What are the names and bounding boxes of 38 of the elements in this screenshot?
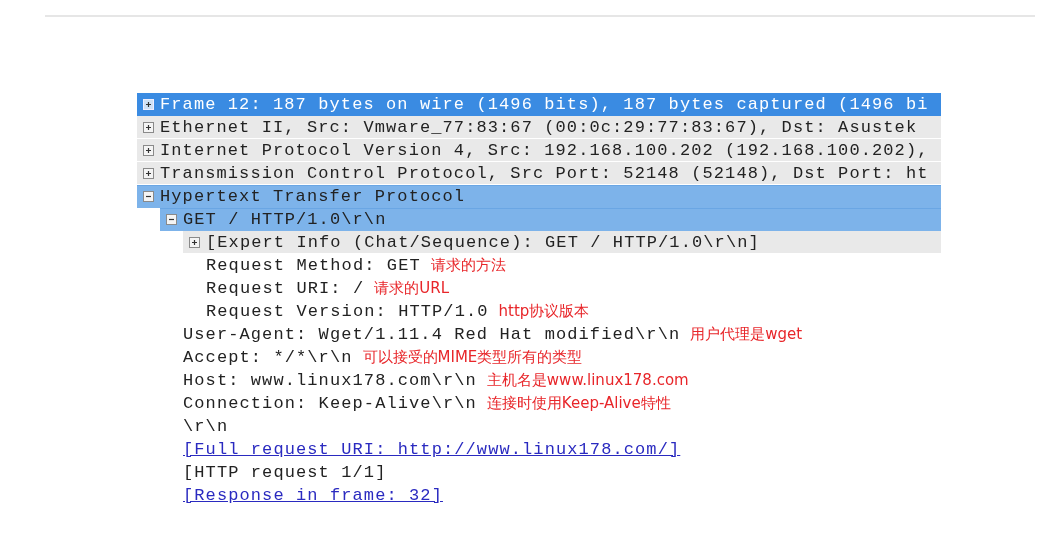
tree-item-text: Accept: */*\r\n [183,348,353,367]
tree-item-text: Internet Protocol Version 4, Src: 192.168.100.202 (192.168.100.202), [160,141,929,160]
annotation-text: 可以接受的MIME类型所有的类型 [362,348,583,367]
tree-item-text: Request Version: HTTP/1.0 [206,302,489,321]
annotation-text: 请求的方法 [430,256,506,275]
plus-box-icon[interactable] [143,145,154,156]
tree-item-text: Ethernet II, Src: Vmware_77:83:67 (00:0c:29:77:83:67), Dst: Asustek [160,118,918,137]
plus-box-icon[interactable] [143,122,154,133]
minus-box-icon[interactable] [166,214,177,225]
minus-box-icon[interactable] [143,191,154,202]
tree-item-text: Connection: Keep-Alive\r\n [183,394,477,413]
tree-item-text: User-Agent: Wget/1.11.4 Red Hat modified\r\n [183,325,681,344]
highlighted-row[interactable]: Internet Protocol Version 4, Src: 192.168.100.202 (192.168.100.202), [137,139,941,162]
plus-box-icon[interactable] [143,168,154,179]
tree-item-text: Host: www.linux178.com\r\n [183,371,477,390]
tree-item-text: \r\n [183,417,229,436]
tree-item-text: Transmission Control Protocol, Src Port: 52148 (52148), Dst Port: ht [160,164,929,183]
tree-item-text: [HTTP request 1/1] [183,463,387,482]
tree-item-text: [Expert Info (Chat/Sequence): GET / HTTP/1.0\r\n] [206,233,760,252]
annotation-text: http协议版本 [498,302,590,321]
highlighted-row[interactable]: Hypertext Transfer Protocol [137,185,941,208]
annotation-text: 用户代理是wget [690,325,803,344]
plus-box-icon[interactable] [189,237,200,248]
annotation-text: 主机名是www.linux178.com [486,371,689,390]
annotation-text: 连接时使用Keep-Alive特性 [486,394,671,413]
tree-item-text: Frame 12: 187 bytes on wire (1496 bits), 187 bytes captured (1496 bi [160,95,929,114]
highlighted-row[interactable]: Frame 12: 187 bytes on wire (1496 bits), 187 bytes captured (1496 bi [137,93,941,116]
tree-item-text: Request URI: / [206,279,365,298]
highlighted-row[interactable]: [Expert Info (Chat/Sequence): GET / HTTP/1.0\r\n] [183,231,941,254]
tree-item-text: Request Method: GET [206,256,421,275]
tree-item-text: GET / HTTP/1.0\r\n [183,210,387,229]
highlighted-row[interactable]: Transmission Control Protocol, Src Port: 52148 (52148), Dst Port: ht [137,162,941,185]
tree-item-link[interactable]: [Response in frame: 32] [183,486,443,505]
tree-item-text: Hypertext Transfer Protocol [160,187,466,206]
annotation-text: 请求的URL [374,279,449,298]
tree-item-link[interactable]: [Full request URI: http://www.linux178.com/] [183,440,681,459]
highlighted-row[interactable]: Ethernet II, Src: Vmware_77:83:67 (00:0c:29:77:83:67), Dst: Asustek [137,116,941,139]
highlighted-row[interactable]: GET / HTTP/1.0\r\n [160,208,941,231]
